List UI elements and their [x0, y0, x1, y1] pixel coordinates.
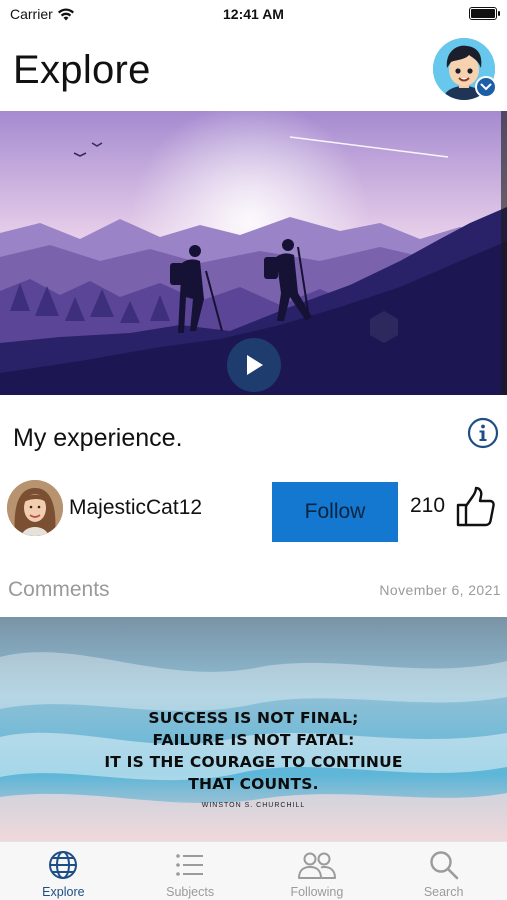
quote-text: SUCCESS IS NOT FINAL; FAILURE IS NOT FAT… — [0, 707, 507, 795]
quote-author: WINSTON S. CHURCHILL — [201, 802, 306, 809]
play-icon — [247, 355, 263, 375]
author-name[interactable]: MajesticCat12 — [69, 496, 202, 520]
post-date: November 6, 2021 — [379, 582, 501, 598]
tab-label: Search — [423, 885, 464, 899]
quote-line: FAILURE IS NOT FATAL: — [152, 731, 355, 749]
list-icon — [176, 854, 204, 876]
thumbs-up-icon — [456, 486, 495, 527]
tab-following[interactable]: Following — [254, 842, 381, 900]
quote-line: THAT COUNTS. — [188, 775, 319, 793]
quote-line: IT IS THE COURAGE TO CONTINUE — [104, 753, 403, 771]
status-bar: Carrier 12:41 AM — [0, 0, 507, 28]
clock: 12:41 AM — [223, 6, 284, 22]
follow-button[interactable]: Follow — [272, 482, 398, 542]
page-title: Explore — [13, 48, 151, 92]
search-icon — [429, 851, 458, 880]
tab-label: Subjects — [166, 885, 215, 899]
info-icon — [467, 417, 499, 449]
quote-image[interactable]: SUCCESS IS NOT FINAL; FAILURE IS NOT FAT… — [0, 617, 507, 841]
like-count: 210 — [410, 494, 446, 517]
battery-icon — [469, 7, 500, 20]
people-icon — [297, 852, 336, 879]
tab-label: Explore — [42, 885, 85, 899]
quote-line: SUCCESS IS NOT FINAL; — [148, 709, 359, 727]
comments-label[interactable]: Comments — [8, 578, 110, 602]
chevron-down-icon — [475, 76, 497, 98]
globe-icon — [49, 851, 78, 879]
author-avatar[interactable] — [7, 480, 63, 536]
tab-bar: Explore Subjects Following Search — [0, 841, 507, 900]
header: Explore — [0, 30, 507, 110]
post-title: My experience. — [13, 424, 183, 452]
info-button[interactable] — [467, 417, 499, 449]
video-player[interactable] — [0, 111, 507, 395]
tab-label: Following — [290, 885, 344, 899]
tab-explore[interactable]: Explore — [0, 842, 127, 900]
profile-avatar-button[interactable] — [433, 38, 497, 100]
tab-subjects[interactable]: Subjects — [127, 842, 254, 900]
play-button[interactable] — [227, 338, 281, 392]
like-button[interactable] — [455, 486, 495, 528]
tab-search[interactable]: Search — [380, 842, 507, 900]
